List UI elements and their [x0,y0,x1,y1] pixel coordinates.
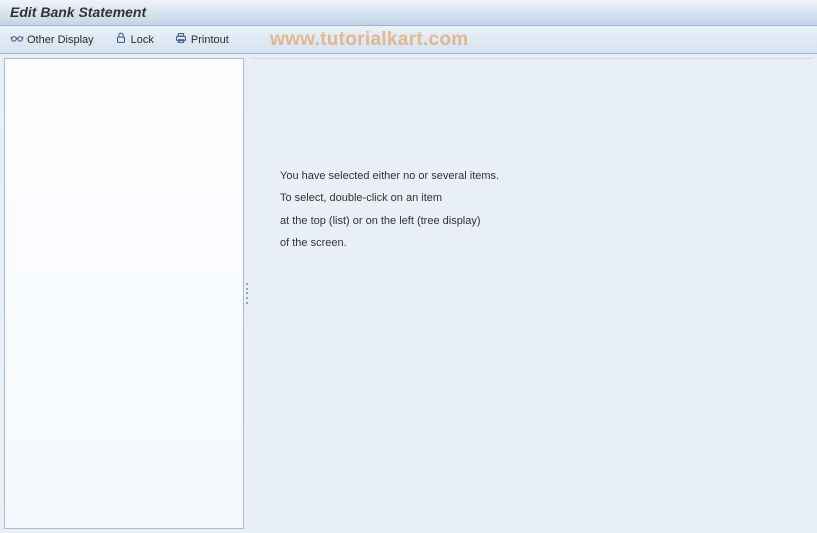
printout-button[interactable]: Printout [170,29,233,50]
lock-icon [114,31,128,48]
printout-label: Printout [191,34,229,46]
content-area: You have selected either no or several i… [0,54,817,533]
printer-icon [174,31,188,48]
main-panel: You have selected either no or several i… [250,58,813,529]
message-line-4: of the screen. [280,236,813,250]
tree-panel[interactable] [4,58,244,529]
message-line-3: at the top (list) or on the left (tree d… [280,214,813,228]
message-line-1: You have selected either no or several i… [280,169,813,183]
lock-label: Lock [131,34,154,46]
other-display-label: Other Display [27,34,94,46]
toolbar: Other Display Lock Printout www.tutorial… [0,26,817,54]
message-line-2: To select, double-click on an item [280,191,813,205]
watermark-text: www.tutorialkart.com [270,29,469,51]
glasses-icon [10,31,24,48]
title-bar: Edit Bank Statement [0,0,817,26]
page-title: Edit Bank Statement [10,4,146,20]
lock-button[interactable]: Lock [110,29,158,50]
other-display-button[interactable]: Other Display [6,29,98,50]
